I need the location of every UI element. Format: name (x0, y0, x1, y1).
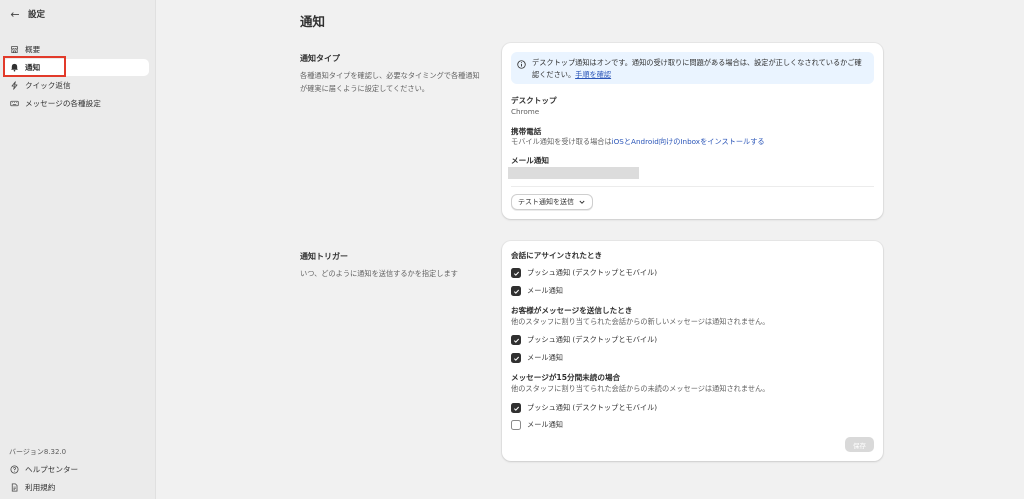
checkbox-label: プッシュ通知 (デスクトップとモバイル) (527, 268, 658, 277)
trigger-group-title: お客様がメッセージを送信したとき (511, 306, 633, 315)
trigger-group-subtitle: 他のスタッフに割り当てられた会話からの未読のメッセージは通知されません。 (511, 384, 770, 393)
sidebar-item-label: クイック返信 (25, 81, 71, 90)
bell-icon (9, 63, 19, 73)
checkbox-checked[interactable] (511, 335, 521, 345)
version-label: バージョン8.32.0 (9, 448, 67, 456)
notification-types-description: 各種通知タイプを確認し、必要なタイミングで各種通知が確実に届くように設定してくだ… (300, 71, 480, 93)
info-banner-text: デスクトップ通知はオンです。通知の受け取りに問題がある場合は、設定が正しくなされ… (532, 57, 868, 81)
sidebar-footer: ヘルプセンター 利用規約 (3, 461, 149, 497)
checkmark-icon (513, 406, 519, 411)
sidebar-item-notifications[interactable]: 通知 (3, 59, 149, 76)
info-icon (517, 60, 526, 69)
desktop-value: Chrome (511, 107, 540, 116)
checkbox-unchecked[interactable] (511, 420, 521, 430)
checkbox-row[interactable]: プッシュ通知 (デスクトップとモバイル) (511, 335, 657, 345)
sidebar-item-label: 概要 (25, 45, 41, 54)
checkbox-label: メール通知 (527, 286, 563, 295)
sidebar-item-help-center[interactable]: ヘルプセンター (3, 461, 149, 478)
mobile-description-text: モバイル通知を受け取る場合は (511, 137, 612, 146)
chevron-down-icon (579, 200, 585, 204)
sidebar-item-label: 利用規約 (25, 483, 56, 492)
notification-types-heading: 通知タイプ (300, 54, 340, 63)
checkmark-icon (513, 356, 519, 361)
document-icon (9, 483, 19, 493)
save-button[interactable]: 保存 (845, 437, 874, 452)
checkbox-label: プッシュ通知 (デスクトップとモバイル) (527, 335, 658, 344)
send-test-notification-label: テスト通知を送信 (518, 198, 574, 206)
view-steps-link[interactable]: 手順を確認 (575, 70, 611, 79)
sidebar-item-label: ヘルプセンター (25, 465, 79, 474)
checkbox-label: メール通知 (527, 353, 563, 362)
sidebar: ← 設定 概要 通知 クイック返信 メッセージの各種設定 バージョン8.32.0… (0, 0, 156, 499)
sidebar-nav: 概要 通知 クイック返信 メッセージの各種設定 (3, 41, 149, 113)
notification-triggers-heading: 通知トリガー (300, 252, 348, 261)
info-banner: デスクトップ通知はオンです。通知の受け取りに問題がある場合は、設定が正しくなされ… (511, 52, 874, 84)
checkbox-checked[interactable] (511, 268, 521, 278)
email-label: メール通知 (511, 156, 549, 165)
redacted-email (508, 167, 639, 179)
divider (511, 186, 874, 187)
sidebar-item-label: 通知 (25, 63, 41, 72)
keyboard-icon (9, 99, 19, 109)
checkbox-row[interactable]: プッシュ通知 (デスクトップとモバイル) (511, 268, 657, 278)
checkbox-label: プッシュ通知 (デスクトップとモバイル) (527, 403, 658, 412)
checkmark-icon (513, 289, 519, 294)
notification-types-card: デスクトップ通知はオンです。通知の受け取りに問題がある場合は、設定が正しくなされ… (502, 43, 883, 219)
trigger-group-title: 会話にアサインされたとき (511, 251, 603, 260)
arrow-left-icon[interactable]: ← (8, 8, 22, 21)
checkbox-label: メール通知 (527, 420, 563, 429)
checkmark-icon (513, 338, 519, 343)
checkbox-row[interactable]: プッシュ通知 (デスクトップとモバイル) (511, 403, 657, 413)
help-circle-icon (9, 465, 19, 475)
trigger-group-title: メッセージが15分間未読の場合 (511, 373, 621, 382)
sidebar-item-overview[interactable]: 概要 (3, 41, 149, 58)
checkbox-checked[interactable] (511, 286, 521, 296)
sidebar-header: ← 設定 (8, 6, 45, 22)
sidebar-item-label: メッセージの各種設定 (25, 99, 101, 108)
lightning-icon (9, 81, 19, 91)
checkbox-row[interactable]: メール通知 (511, 420, 563, 430)
store-icon (9, 45, 19, 55)
checkbox-checked[interactable] (511, 353, 521, 363)
send-test-notification-button[interactable]: テスト通知を送信 (511, 194, 593, 210)
sidebar-item-terms[interactable]: 利用規約 (3, 479, 149, 496)
sidebar-item-quick-replies[interactable]: クイック返信 (3, 77, 149, 94)
trigger-group-subtitle: 他のスタッフに割り当てられた会話からの新しいメッセージは通知されません。 (511, 317, 770, 326)
mobile-label: 携帯電話 (511, 127, 542, 136)
mobile-description: モバイル通知を受け取る場合はiOSとAndroid向けのInboxをインストール… (511, 137, 765, 147)
notification-triggers-description: いつ、どのように通知を送信するかを指定します (300, 269, 458, 278)
sidebar-item-message-settings[interactable]: メッセージの各種設定 (3, 95, 149, 112)
install-inbox-link[interactable]: iOSとAndroid向けのInboxをインストールする (612, 137, 765, 146)
checkbox-checked[interactable] (511, 403, 521, 413)
checkmark-icon (513, 271, 519, 276)
page-title: 通知 (300, 14, 326, 29)
notification-triggers-card: 会話にアサインされたとき プッシュ通知 (デスクトップとモバイル) メール通知 … (502, 241, 883, 461)
checkbox-row[interactable]: メール通知 (511, 286, 563, 296)
checkbox-row[interactable]: メール通知 (511, 353, 563, 363)
desktop-label: デスクトップ (511, 96, 557, 105)
sidebar-title: 設定 (28, 10, 46, 20)
